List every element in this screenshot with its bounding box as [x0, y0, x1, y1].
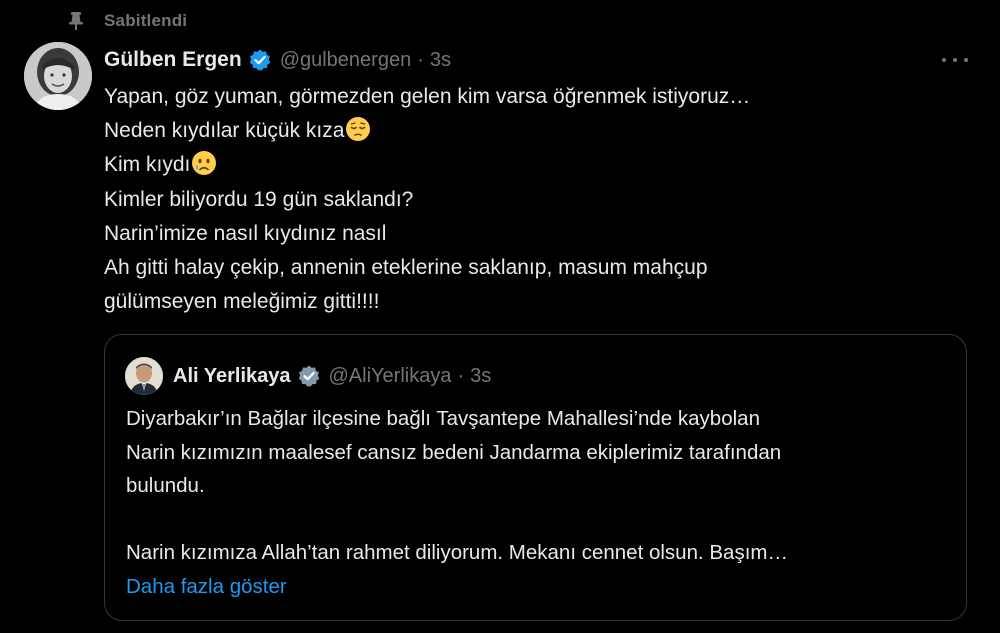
- quoted-tweet-header: Ali Yerlikaya @AliYerlikaya · 3s: [125, 356, 491, 396]
- show-more-link[interactable]: Daha fazla göster: [126, 570, 956, 604]
- tweet-line: Kimler biliyordu 19 gün saklandı?: [104, 187, 414, 211]
- tweet-line: Neden kıydılar küçük kıza: [104, 114, 884, 148]
- quoted-tweet-line: Narin kızımızın maalesef cansız bedeni J…: [126, 440, 782, 464]
- quoted-tweet-line: bulundu.: [126, 474, 205, 497]
- crying-face-emoji-icon: [191, 150, 217, 176]
- quoted-tweet-timestamp: 3s: [470, 364, 492, 387]
- quoted-author-avatar[interactable]: [125, 357, 163, 395]
- quoted-tweet-blank-line: [126, 503, 956, 537]
- verified-badge-icon[interactable]: [248, 48, 272, 72]
- tweet-line: Narin’imize nasıl kıydınız nasıl: [104, 221, 387, 245]
- author-display-name[interactable]: Gülben Ergen: [104, 48, 242, 72]
- pinned-indicator: Sabitlendi: [66, 8, 187, 34]
- quoted-tweet-card[interactable]: Ali Yerlikaya @AliYerlikaya · 3s Diyarba…: [104, 334, 967, 621]
- author-handle[interactable]: @gulbenergen: [280, 49, 412, 72]
- tweet-text: Yapan, göz yuman, görmezden gelen kim va…: [104, 80, 884, 319]
- more-options-icon[interactable]: [942, 50, 968, 70]
- separator-dot: ·: [417, 48, 424, 71]
- pin-icon: [66, 11, 86, 31]
- quoted-tweet-line: Narin kızımıza Allah’tan rahmet diliyoru…: [126, 541, 788, 564]
- tweet-line: Yapan, göz yuman, görmezden gelen kim va…: [104, 85, 751, 108]
- pensive-face-emoji-icon: [345, 116, 371, 142]
- gray-verified-badge-icon[interactable]: [297, 364, 321, 388]
- quoted-tweet-text: Diyarbakır’ın Bağlar ilçesine bağlı Tavş…: [126, 402, 956, 603]
- tweet-line: Ah gitti halay çekip, annenin eteklerine…: [104, 256, 708, 280]
- quoted-author-display-name[interactable]: Ali Yerlikaya: [173, 365, 291, 388]
- tweet-line: Kim kıydı: [104, 148, 884, 182]
- separator-dot: ·: [457, 364, 465, 387]
- pinned-label: Sabitlendi: [104, 11, 188, 30]
- tweet-line: gülümseyen meleğimiz gitti!!!!: [104, 290, 380, 314]
- quoted-author-handle[interactable]: @AliYerlikaya: [329, 365, 452, 388]
- tweet-header: Gülben Ergen @gulbenergen · 3s: [104, 45, 451, 75]
- tweet-timestamp[interactable]: 3s: [430, 49, 451, 72]
- author-avatar[interactable]: [24, 42, 92, 110]
- quoted-tweet-line: Diyarbakır’ın Bağlar ilçesine bağlı Tavş…: [126, 407, 760, 430]
